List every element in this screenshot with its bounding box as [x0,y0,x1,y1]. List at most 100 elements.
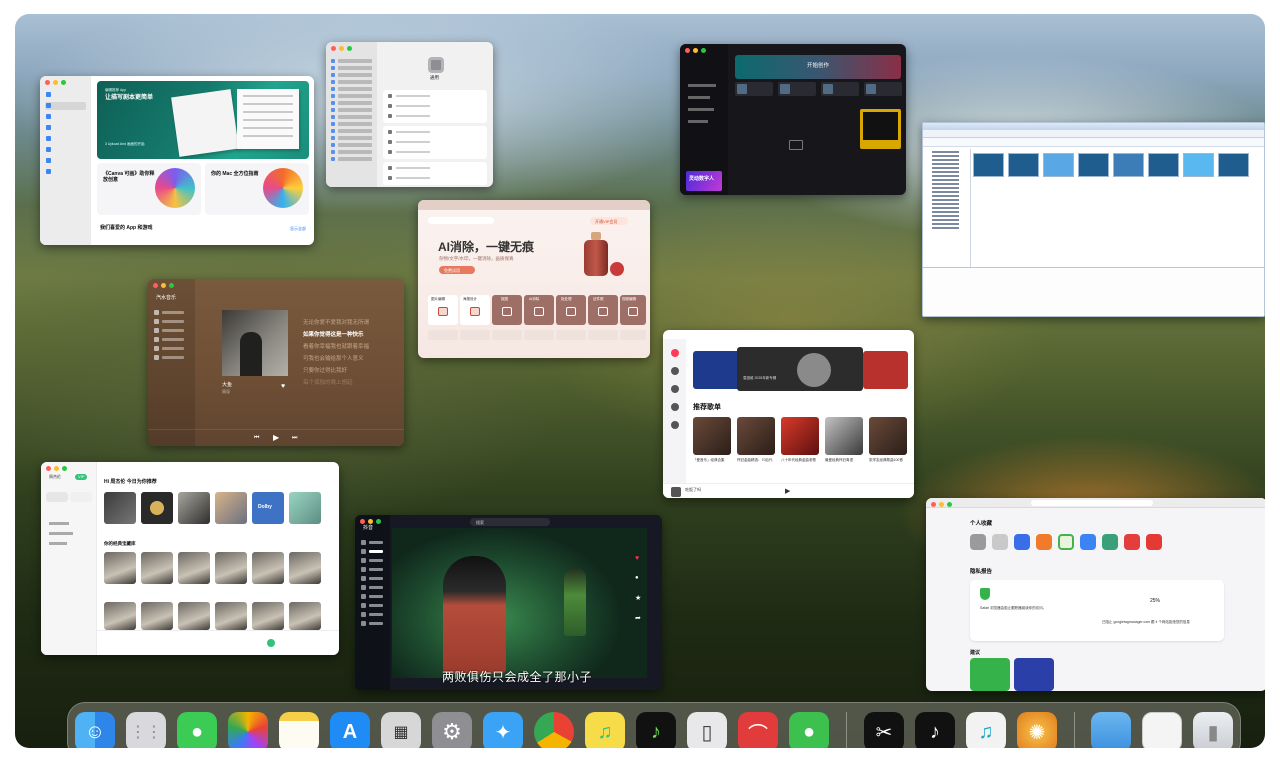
favorite-apple-icon[interactable] [970,534,986,550]
ai-eraser-window[interactable]: 开通VIP会员 AI消除，一键无痕 杂物/文字/水印，一键消除，画质保真 免费试… [418,200,650,358]
menu-item[interactable] [361,540,383,545]
free-trial-button[interactable]: 免费试用 [439,266,475,274]
window-controls[interactable] [360,519,381,524]
music-icon[interactable]: ♫ [966,712,1006,748]
window-controls[interactable] [685,48,706,53]
search-input[interactable]: 搜索 [470,518,550,526]
player-bar[interactable] [97,630,339,655]
tool-ai-erase[interactable]: AI消除 [524,295,554,325]
favorite-bing-icon[interactable] [1080,534,1096,550]
privacy-report-card[interactable]: Safari 浏览器会阻止跟踪器阅读你的访问。 25% 已阻止 googleta… [970,580,1224,641]
sidebar-item[interactable] [45,91,86,99]
folder-tree[interactable] [925,149,971,269]
netease-sidebar[interactable] [663,339,686,489]
artist-photo[interactable] [178,602,210,630]
address-bar[interactable] [923,138,1264,147]
safari-window[interactable]: 个人收藏 隐私报告 Safari 浏览器会阻止跟踪器阅读你的访问。 25% 已阻… [926,498,1265,691]
menu-item[interactable] [361,621,383,626]
chrome-icon[interactable] [534,712,574,748]
playlist-cover[interactable] [825,417,863,455]
finder-icon[interactable]: ☺ [75,712,115,748]
like-heart-icon[interactable]: ♥ [635,555,639,562]
menu-item[interactable] [361,603,383,608]
playlist-title[interactable]: 怀旧金曲精选：70后代 [737,458,772,463]
play-icon[interactable]: ▶ [785,488,790,495]
album-cover[interactable] [289,492,321,524]
dolby-cover[interactable]: Dolby [252,492,284,524]
safari-icon[interactable]: ✦ [483,712,523,748]
artist-photo[interactable] [141,602,173,630]
xmind-icon[interactable]: ✺ [1017,712,1057,748]
artist-photo[interactable] [104,602,136,630]
artist-photo[interactable] [252,552,284,584]
video-action-bar[interactable]: ♥ ● ★ ➦ [635,555,643,655]
artist-photo[interactable] [252,602,284,630]
app-card-canva[interactable]: 《Canva 可画》助你释放创意 [97,163,201,215]
previous-icon[interactable]: ⏮ [254,435,259,441]
settings-group[interactable] [383,90,487,123]
settings-group[interactable] [383,126,487,159]
menu-item[interactable] [361,558,383,563]
favorite-baidu-icon[interactable] [1014,534,1030,550]
qq-music-window[interactable]: 周杰伦 VIP Hi 周杰伦 今日为你推荐 Dolby 你的经典宝藏库 [41,462,339,655]
play-icon[interactable]: ▶ [273,434,279,442]
player-bar[interactable]: 吃饭了吗 ▶ [663,483,914,498]
menu-item[interactable] [361,567,383,572]
sidebar-item[interactable] [45,113,86,121]
messages-icon[interactable]: ● [177,712,217,748]
see-all-link[interactable]: 显示全部 [290,227,306,231]
artist-photo[interactable] [215,552,247,584]
menu-item[interactable] [361,594,383,599]
sidebar-item[interactable] [45,135,86,143]
tool-id-photo[interactable]: 证件照 [588,295,618,325]
album-cover[interactable] [222,310,288,376]
album-cover[interactable] [178,492,210,524]
window-controls[interactable] [931,502,952,507]
album-cover[interactable] [215,492,247,524]
next-icon[interactable]: ⏭ [292,435,297,441]
window-controls[interactable] [331,46,352,51]
photos-icon[interactable] [228,712,268,748]
menu-item[interactable] [361,576,383,581]
system-settings-icon[interactable]: ⚙ [432,712,472,748]
start-creating-banner[interactable]: 开始创作 [735,55,901,79]
playlist-title[interactable]: 八十年代经典金曲老歌 [781,458,816,463]
playlist-cover[interactable] [781,417,819,455]
address-bar[interactable] [1031,500,1153,506]
favorite-site-icon[interactable] [1124,534,1140,550]
album-cover[interactable] [104,492,136,524]
window-controls[interactable] [153,283,174,288]
launchpad-icon[interactable]: ⋮⋮ [126,712,166,748]
app-store-window[interactable]: 编辑推荐 App 让描写剧本更简单 3 Upload And 画面的开始 《Ca… [40,76,314,245]
playlist-cover[interactable] [693,417,731,455]
artist-photo[interactable] [141,552,173,584]
creator-app-window[interactable]: 开始创作 灵动数字人 [680,44,906,195]
sidebar-item[interactable] [45,168,86,176]
menu-item-active[interactable] [361,549,383,554]
capcut-icon[interactable]: ✂ [864,712,904,748]
tool-image-edit[interactable]: 图片编辑 [428,295,458,325]
recommended-site[interactable] [1014,658,1054,691]
sidebar-item[interactable] [45,157,86,165]
douyin-window[interactable]: 抖音 搜索 两败俱伤只会成全了那小子 ♥ ● ★ ➦ [355,515,662,690]
toolbar[interactable] [923,130,1264,143]
video-player[interactable]: 两败俱伤只会成全了那小子 [392,528,647,684]
vip-button[interactable]: 开通VIP会员 [590,217,628,225]
file-explorer-window[interactable] [922,122,1265,317]
tool-cutout[interactable]: 抠图 [492,295,522,325]
tool-poster[interactable]: 海报设计 [460,295,490,325]
wechat-icon[interactable]: ● [789,712,829,748]
artist-photo[interactable] [289,602,321,630]
share-icon[interactable]: ➦ [635,615,641,622]
qq-music-icon[interactable]: ♫ [585,712,625,748]
soda-music-window[interactable]: 汽水音乐 大鱼 周深 ♥ 无论你爱不爱我对我无所谓 如果你觉得这是一种快乐 看着… [148,279,404,446]
tool-batch[interactable]: 批处理 [556,295,586,325]
import-area[interactable] [735,106,855,186]
calculator-icon[interactable]: ▦ [381,712,421,748]
iphone-mirroring-icon[interactable]: ▯ [687,712,727,748]
comment-icon[interactable]: ● [635,575,639,581]
window-controls[interactable] [45,80,66,85]
favorite-site-icon[interactable] [1102,534,1118,550]
play-icon[interactable] [267,639,275,647]
album-cover[interactable] [141,492,173,524]
